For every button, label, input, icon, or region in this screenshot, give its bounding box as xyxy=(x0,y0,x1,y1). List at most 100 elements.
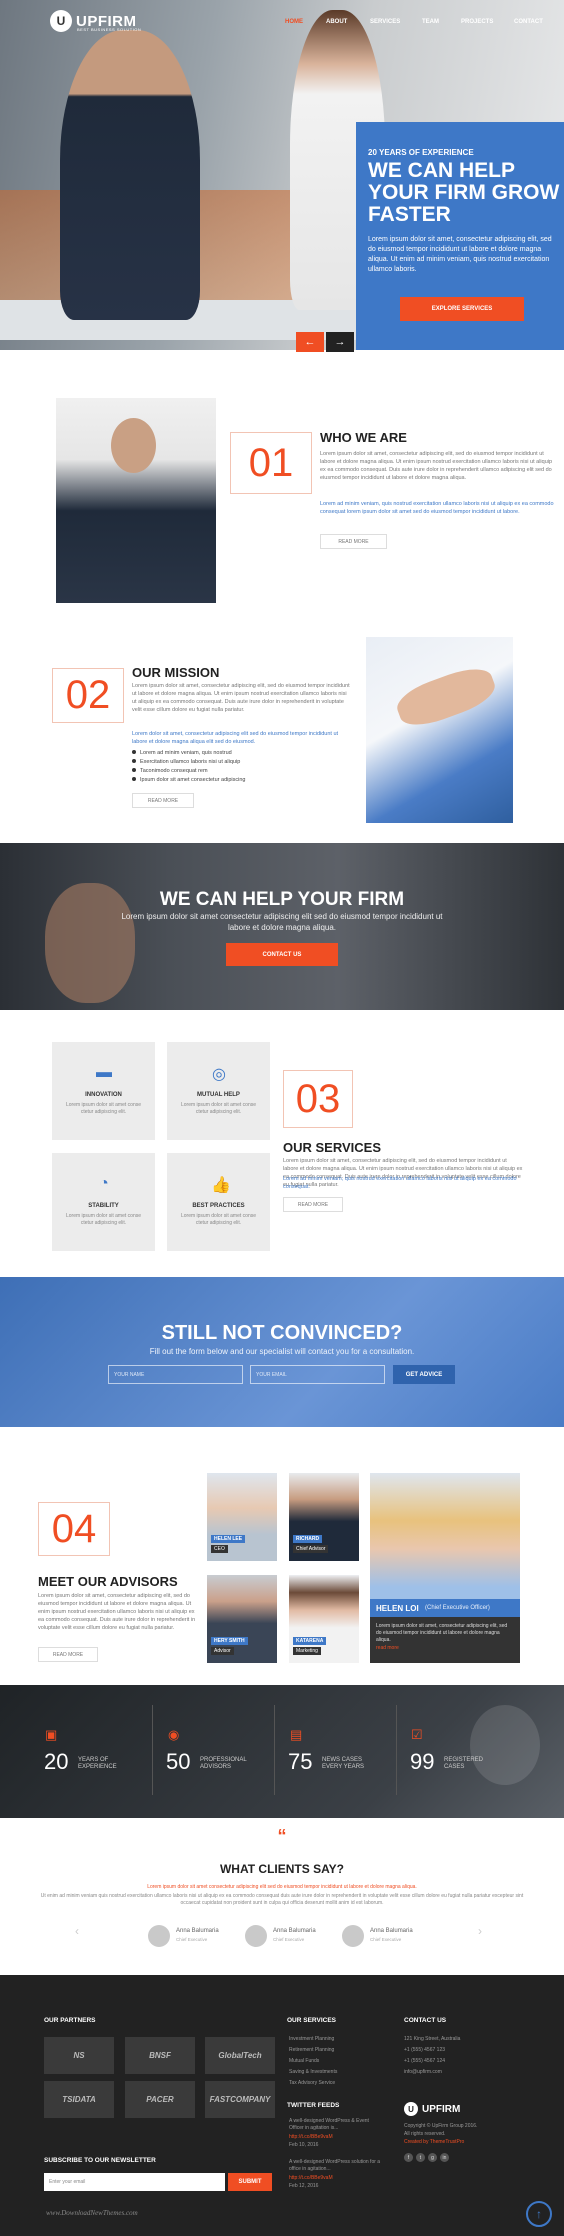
checkbox-icon: ☑ xyxy=(411,1727,423,1742)
partner-logo[interactable]: BNSF xyxy=(125,2037,195,2074)
get-advice-button[interactable]: GET ADVICE xyxy=(393,1365,455,1384)
advisors-text: Lorem ipsum dolor sit amet, consectetur … xyxy=(38,1593,196,1631)
advisors-read-more-button[interactable]: READ MORE xyxy=(38,1647,98,1662)
contact-email[interactable]: info@upfirm.com xyxy=(404,2069,442,2075)
footer-service-link[interactable]: Tax Advisory Service xyxy=(289,2080,335,2086)
explore-services-button[interactable]: EXPLORE SERVICES xyxy=(400,297,524,321)
advisor-card[interactable]: RICHARD Chief Advisor xyxy=(289,1473,359,1561)
footer-service-link[interactable]: Mutual Funds xyxy=(289,2058,319,2064)
watermark: www.DownloadNewThemes.com xyxy=(46,2209,138,2217)
mission-text: Lorem ipsum dolor sit amet, consectetur … xyxy=(132,683,350,713)
linkedin-icon[interactable]: in xyxy=(440,2153,449,2162)
advisor-card[interactable]: HELEN LEE CEO xyxy=(207,1473,277,1561)
gauge-icon: ◔ xyxy=(99,1175,109,1192)
services-read-more-button[interactable]: READ MORE xyxy=(283,1197,343,1212)
twitter-title: TWITTER FEEDS xyxy=(287,2102,340,2109)
partner-logo[interactable]: FASTCOMPANY xyxy=(205,2081,275,2118)
service-card-text: Lorem ipsum dolor sit amet conse ctetur … xyxy=(180,1213,257,1226)
mission-title: OUR MISSION xyxy=(132,665,220,680)
stat-label: NEWS CASES EVERY YEARS xyxy=(322,1757,365,1770)
hero-prev-button[interactable]: ← xyxy=(296,332,324,352)
newsletter-email-input[interactable]: Enter your email xyxy=(44,2173,225,2191)
lifebuoy-icon: ◎ xyxy=(212,1066,226,1083)
nav-home[interactable]: HOME xyxy=(285,19,303,25)
nav-contact[interactable]: CONTACT xyxy=(514,19,543,25)
footer-logo[interactable]: U UPFIRM xyxy=(404,2102,460,2116)
services-number: 03 xyxy=(283,1070,353,1128)
contact-address: 121 King Street, Australia xyxy=(404,2036,461,2042)
facebook-icon[interactable]: f xyxy=(404,2153,413,2162)
advisor-name: HERY SMITH xyxy=(211,1637,248,1645)
stats-section: ▣ 20 YEARS OF EXPERIENCE ◉ 50 PROFESSION… xyxy=(0,1685,564,1818)
footer-service-link[interactable]: Saving & Investments xyxy=(289,2069,337,2075)
hero-next-button[interactable]: → xyxy=(326,332,354,352)
google-icon[interactable]: g xyxy=(428,2153,437,2162)
email-input[interactable]: YOUR EMAIL xyxy=(250,1365,385,1384)
mission-chart-photo xyxy=(366,637,513,823)
nav-about[interactable]: ABOUT xyxy=(326,19,347,25)
tweet-link[interactable]: http://t.co/BBe9vaM xyxy=(289,2134,333,2140)
service-card-text: Lorem ipsum dolor sit amet conse ctetur … xyxy=(65,1213,142,1226)
hero-callout: 20 YEARS OF EXPERIENCE WE CAN HELP YOUR … xyxy=(356,122,564,350)
footer-service-link[interactable]: Investment Planning xyxy=(289,2036,334,2042)
page: U UPFIRM BEST BUSINESS SOLUTION HOME ABO… xyxy=(0,0,564,2236)
contact-us-button[interactable]: CONTACT US xyxy=(226,943,338,966)
services-text-highlight: Lorem ad minim veniam, quis nostrud exer… xyxy=(283,1176,517,1190)
service-card-title: INNOVATION xyxy=(85,1092,122,1098)
advisor-card[interactable]: HERY SMITH Advisor xyxy=(207,1575,277,1663)
featured-advisor-card[interactable]: HELEN LOI (Chief Executive Officer) Lore… xyxy=(370,1473,520,1663)
tweet-text: A well-designed WordPress & Event Office… xyxy=(289,2118,369,2131)
clients-next-button[interactable]: › xyxy=(478,1924,482,1938)
advisor-role: Chief Advisor xyxy=(293,1545,329,1553)
tweet-date: Feb 12, 2016 xyxy=(289,2183,319,2189)
hero-section: U UPFIRM BEST BUSINESS SOLUTION HOME ABO… xyxy=(0,0,564,352)
hero-title: WE CAN HELP YOUR FIRM GROW FASTER xyxy=(368,159,560,226)
twitter-icon[interactable]: t xyxy=(416,2153,425,2162)
tweet-date: Feb 10, 2016 xyxy=(289,2142,319,2148)
who-text: Lorem ipsum dolor sit amet, consectetur … xyxy=(320,451,553,481)
mission-bullet: Ipsum dolor sit amet consectetur adipisc… xyxy=(132,777,245,783)
client-name: Anna Balumaria xyxy=(176,1928,219,1934)
convince-title: STILL NOT CONVINCED? xyxy=(161,1322,403,1344)
newsletter-submit-button[interactable]: SUBMIT xyxy=(228,2173,272,2191)
advisor-role: Marketing xyxy=(293,1647,321,1655)
document-icon: ▤ xyxy=(290,1727,303,1742)
partner-logo[interactable]: TSIDATA xyxy=(44,2081,114,2118)
service-card-text: Lorem ipsum dolor sit amet conse ctetur … xyxy=(180,1102,257,1115)
logo-mark: U xyxy=(50,10,72,32)
partner-logo[interactable]: NS xyxy=(44,2037,114,2074)
stat-number: 50 xyxy=(166,1749,191,1774)
client-role: Chief Executive xyxy=(370,1937,402,1942)
brand-logo[interactable]: U UPFIRM BEST BUSINESS SOLUTION xyxy=(50,10,141,32)
credit-link[interactable]: Created by ThemeTrustPro xyxy=(404,2139,464,2145)
convince-text: Fill out the form below and our speciali… xyxy=(149,1347,415,1356)
mission-read-more-button[interactable]: READ MORE xyxy=(132,793,194,808)
partner-logo[interactable]: PACER xyxy=(125,2081,195,2118)
advisors-number: 04 xyxy=(38,1502,110,1556)
briefcase-icon: ▬ xyxy=(96,1064,112,1081)
footer-service-link[interactable]: Retirement Planning xyxy=(289,2047,334,2053)
brand-tagline: BEST BUSINESS SOLUTION xyxy=(77,27,142,32)
nav-services[interactable]: SERVICES xyxy=(370,19,400,25)
nav-projects[interactable]: PROJECTS xyxy=(461,19,493,25)
nav-team[interactable]: TEAM xyxy=(422,19,439,25)
hero-man-photo xyxy=(60,30,200,320)
name-input[interactable]: YOUR NAME xyxy=(108,1365,243,1384)
stat-label: PROFESSIONAL ADVISORS xyxy=(200,1757,247,1770)
advisor-card[interactable]: KATARENA Marketing xyxy=(289,1575,359,1663)
featured-advisor-link[interactable]: read more xyxy=(376,1645,399,1651)
mission-number: 02 xyxy=(52,668,124,723)
stat-number: 75 xyxy=(288,1749,313,1774)
who-read-more-button[interactable]: READ MORE xyxy=(320,534,387,549)
back-to-top-button[interactable]: ↑ xyxy=(526,2201,552,2227)
footer-brand-name: UPFIRM xyxy=(422,2103,461,2115)
partners-title: OUR PARTNERS xyxy=(44,2017,96,2024)
tweet-link[interactable]: http://t.co/BBe9vaM xyxy=(289,2175,333,2181)
thumbs-up-icon: 👍 xyxy=(211,1177,231,1194)
hero-text: Lorem ipsum dolor sit amet, consectetur … xyxy=(368,236,552,273)
partner-logo[interactable]: GlobalTech xyxy=(205,2037,275,2074)
help-banner: WE CAN HELP YOUR FIRM Lorem ipsum dolor … xyxy=(0,843,564,1010)
stat-label: REGISTERED CASES xyxy=(444,1757,484,1770)
who-title: WHO WE ARE xyxy=(320,430,407,445)
clients-prev-button[interactable]: ‹ xyxy=(75,1924,79,1938)
